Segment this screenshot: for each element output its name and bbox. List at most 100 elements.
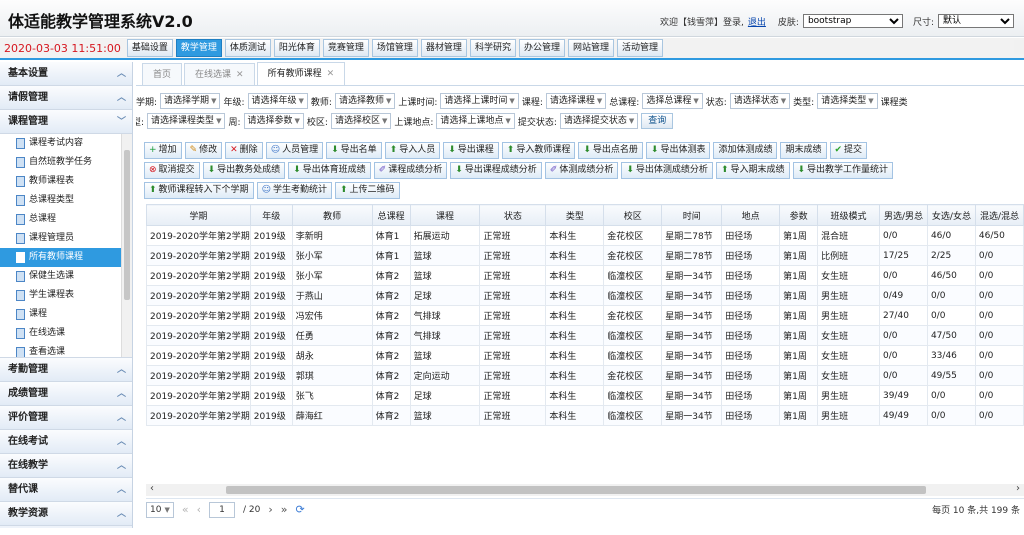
top-nav-item[interactable]: 网站管理 [567, 39, 614, 57]
tab[interactable]: 首页 [142, 63, 183, 85]
sidebar-item[interactable]: 教师课程表 [0, 172, 132, 191]
top-nav-item[interactable]: 教学管理 [175, 39, 222, 57]
scroll-right-icon[interactable]: › [1016, 483, 1020, 494]
table-row[interactable]: 2019-2020学年第2学期 2019级 任勇 体育2 气排球 正常班 本科生 临潼校区 星期… [146, 325, 1024, 346]
sidebar-section[interactable]: 课程管理 ﹀ [0, 110, 132, 134]
submenu-scrollbar[interactable] [121, 134, 132, 357]
toolbar-button[interactable]: + 增加 [144, 142, 182, 159]
table-horizontal-scrollbar[interactable]: ‹ › [146, 483, 1024, 496]
sidebar-section[interactable]: 基本设置 ︿ [0, 62, 132, 86]
last-page-icon[interactable]: » [281, 503, 288, 516]
filter-select[interactable]: 请选择参数 ▼ [243, 113, 304, 129]
toolbar-button[interactable]: ⬆ 教师课程转入下个学期 [144, 182, 254, 199]
query-button[interactable]: 查询 [641, 113, 674, 129]
filter-select[interactable]: 请选择状态 ▼ [729, 93, 791, 109]
table-header-cell[interactable]: 教师 [291, 204, 373, 226]
sidebar-item[interactable]: 所有教师课程 [0, 248, 132, 267]
toolbar-button[interactable]: ⬇ 导出体育班成绩 [288, 162, 371, 179]
table-header-cell[interactable]: 学期 [146, 204, 251, 226]
scroll-left-icon[interactable]: ‹ [150, 483, 154, 494]
filter-select[interactable]: 选择总课程 ▼ [642, 93, 703, 109]
table-header-cell[interactable]: 男选/男总 [878, 204, 928, 226]
filter-select[interactable]: 请选择课程类型 ▼ [147, 113, 226, 129]
sidebar-item[interactable]: 总课程类型 [0, 191, 132, 210]
table-row[interactable]: 2019-2020学年第2学期 2019级 胡永 体育2 篮球 正常班 本科生 临潼校区 星期一… [146, 345, 1024, 366]
prev-page-icon[interactable]: ‹ [197, 503, 201, 516]
top-nav-item[interactable]: 器材管理 [420, 39, 467, 57]
toolbar-button[interactable]: ⬇ 导出体测成绩分析 [621, 162, 713, 179]
sidebar-item[interactable]: 学生课程表 [0, 286, 132, 305]
filter-select[interactable]: 请选择学期 ▼ [160, 93, 221, 109]
toolbar-button[interactable]: ✎ 修改 [184, 142, 223, 159]
table-row[interactable]: 2019-2020学年第2学期 2019级 张小军 体育2 篮球 正常班 本科生 临潼校区 星期… [146, 265, 1024, 286]
filter-select[interactable]: 请选择上课时间 ▼ [440, 93, 519, 109]
table-row[interactable]: 2019-2020学年第2学期 2019级 薛海红 体育2 篮球 正常班 本科生 临潼校区 星期… [146, 405, 1024, 426]
toolbar-button[interactable]: ⬆ 导入人员 [384, 142, 441, 159]
toolbar-button[interactable]: ⬇ 导出教务处成绩 [202, 162, 286, 179]
table-row[interactable]: 2019-2020学年第2学期 2019级 郭琪 体育2 定向运动 正常班 本科生 金花校区星… [146, 365, 1024, 386]
sidebar-item[interactable]: 保健生选课 [0, 267, 132, 286]
table-header-cell[interactable]: 总课程 [371, 204, 411, 226]
toolbar-button[interactable]: 添加体测成绩 [713, 142, 778, 159]
top-nav-item[interactable]: 科学研究 [469, 39, 516, 57]
top-nav-item[interactable]: 办公管理 [518, 39, 565, 57]
toolbar-button[interactable]: ⬇ 导出教学工作量统计 [792, 162, 894, 179]
toolbar-button[interactable]: ⬇ 导出名单 [326, 142, 382, 159]
first-page-icon[interactable]: « [182, 503, 189, 516]
table-row[interactable]: 2019-2020学年第2学期 2019级 李新明 体育1 拓展运动 正常班 本科生 金花校区… [146, 225, 1024, 246]
table-header-cell[interactable]: 类型 [545, 204, 605, 226]
table-header-cell[interactable]: 班级模式 [817, 204, 880, 226]
toolbar-button[interactable]: ✕ 删除 [225, 142, 263, 159]
table-header-cell[interactable]: 地点 [721, 204, 781, 226]
filter-select[interactable]: 请选择上课地点 ▼ [436, 113, 515, 129]
sidebar-section[interactable]: 成绩管理 ︿ [0, 382, 132, 406]
sidebar-item[interactable]: 总课程 [0, 210, 132, 229]
toolbar-button[interactable]: 期末成绩 [780, 142, 827, 159]
filter-select[interactable]: 请选择校区 ▼ [330, 113, 392, 129]
next-page-icon[interactable]: › [268, 503, 272, 516]
toolbar-button[interactable]: ✐ 体测成绩分析 [544, 162, 619, 179]
close-icon[interactable]: ✕ [327, 69, 335, 79]
sidebar-section[interactable]: 评价管理 ︿ [0, 406, 132, 430]
window-scrollbar[interactable] [1014, 40, 1024, 54]
sidebar-item[interactable]: 课程 [0, 305, 132, 324]
table-header-cell[interactable]: 时间 [661, 204, 723, 226]
sidebar-section[interactable]: 请假管理 ︿ [0, 86, 132, 110]
toolbar-button[interactable]: ⬆ 导入教师课程 [501, 142, 576, 159]
sidebar-item[interactable]: 课程考试内容 [0, 134, 132, 153]
table-header-cell[interactable]: 年级 [249, 204, 293, 226]
toolbar-button[interactable]: ⬇ 导出体测表 [645, 142, 711, 159]
filter-select[interactable]: 请选择类型 ▼ [817, 93, 878, 109]
toolbar-button[interactable]: ✔ 提交 [829, 142, 868, 159]
sidebar-section[interactable]: 考勤管理 ︿ [0, 358, 132, 382]
refresh-icon[interactable]: ⟳ [295, 503, 304, 516]
table-header-cell[interactable]: 参数 [779, 204, 819, 226]
table-row[interactable]: 2019-2020学年第2学期 2019级 于燕山 体育2 足球 正常班 本科生 临潼校区 星期… [146, 285, 1024, 306]
sidebar-section[interactable]: 替代课 ︿ [0, 478, 132, 502]
table-header-cell[interactable]: 女选/女总 [926, 204, 976, 226]
top-nav-item[interactable]: 活动管理 [616, 39, 663, 57]
tab[interactable]: 所有教师课程 ✕ [256, 62, 346, 85]
table-row[interactable]: 2019-2020学年第2学期 2019级 冯宏伟 体育2 气排球 正常班 本科生 金花校区星… [146, 305, 1024, 326]
table-row[interactable]: 2019-2020学年第2学期 2019级 张小军 体育1 篮球 正常班 本科生 金花校区 星期… [146, 245, 1024, 266]
toolbar-button[interactable]: ⊗ 取消提交 [144, 162, 200, 179]
top-nav-item[interactable]: 基础设置 [126, 39, 173, 57]
sidebar-section[interactable]: 在线考试 ︿ [0, 430, 132, 454]
filter-select[interactable]: 请选择教师 ▼ [334, 93, 396, 109]
toolbar-button[interactable]: ☺ 学生考勤统计 [256, 182, 332, 199]
close-icon[interactable]: ✕ [236, 70, 244, 80]
sidebar-section[interactable]: 教学资源 ︿ [0, 502, 132, 526]
skin-select[interactable]: bootstrap [802, 14, 903, 28]
toolbar-button[interactable]: ⬆ 导入期末成绩 [715, 162, 790, 179]
table-header-cell[interactable]: 课程 [409, 204, 481, 226]
toolbar-button[interactable]: ⬇ 导出课程 [443, 142, 499, 159]
logout-link[interactable]: 退出 [748, 15, 766, 28]
tab[interactable]: 在线选课 ✕ [184, 63, 255, 85]
top-nav-item[interactable]: 竞赛管理 [322, 39, 369, 57]
top-nav-item[interactable]: 场馆管理 [371, 39, 418, 57]
filter-select[interactable]: 请选择年级 ▼ [247, 93, 308, 109]
filter-select[interactable]: 请选择提交状态 ▼ [559, 113, 639, 129]
table-row[interactable]: 2019-2020学年第2学期 2019级 张飞 体育2 足球 正常班 本科生 临潼校区 星期一… [146, 385, 1024, 406]
top-nav-item[interactable]: 体质测试 [224, 39, 271, 57]
page-number-input[interactable]: 1 [208, 501, 235, 518]
